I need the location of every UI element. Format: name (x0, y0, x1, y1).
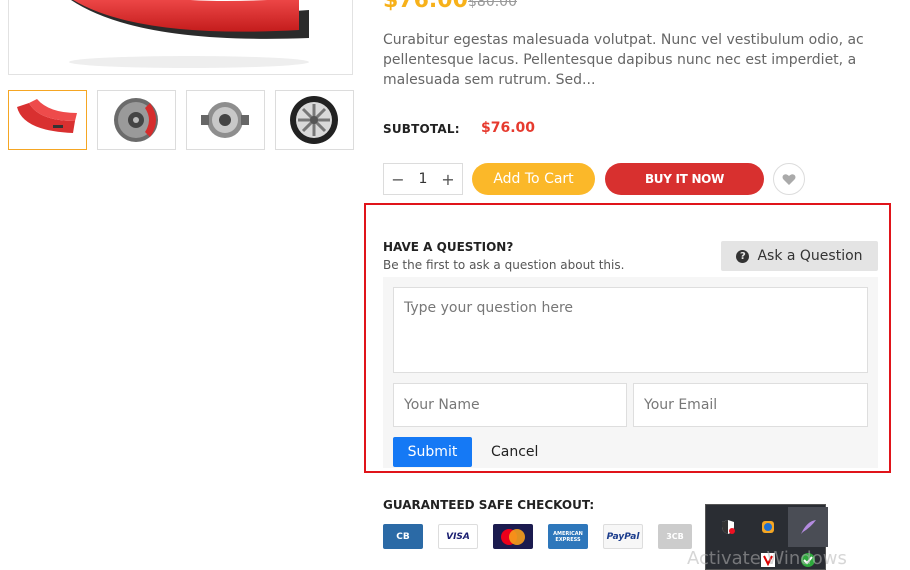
amex-card-icon: AMERICAN EXPRESS (548, 524, 588, 549)
name-field[interactable] (393, 383, 627, 427)
alternator-thumb-icon (201, 102, 249, 138)
question-subtitle: Be the first to ask a question about thi… (383, 258, 625, 272)
thumbnail-alternator[interactable] (186, 90, 265, 150)
cancel-button[interactable]: Cancel (491, 444, 538, 460)
3fois-cb-icon: 3CB (658, 524, 692, 549)
increment-button[interactable]: + (440, 170, 456, 189)
feather-icon[interactable] (788, 507, 828, 547)
price-current: $76.00 (383, 0, 468, 13)
question-title: HAVE A QUESTION? (383, 240, 514, 254)
alloy-wheel-thumb-icon (290, 96, 338, 144)
question-circle-icon: ? (736, 249, 750, 263)
thumbnail-brake-disc[interactable] (97, 90, 176, 150)
submit-button[interactable]: Submit (393, 437, 472, 467)
email-field[interactable] (633, 383, 868, 427)
quantity-value[interactable]: 1 (419, 171, 428, 187)
ask-question-label: Ask a Question (757, 248, 863, 264)
product-main-image[interactable] (8, 0, 353, 75)
thumbnail-bumper[interactable] (8, 90, 87, 150)
question-textarea[interactable] (393, 287, 868, 373)
app-tray-icon[interactable] (748, 507, 788, 547)
heart-icon (782, 173, 796, 185)
thumbnail-alloy-wheel[interactable] (275, 90, 354, 150)
wishlist-button[interactable] (773, 163, 805, 195)
subtotal-value: $76.00 (481, 120, 536, 136)
security-shield-icon[interactable] (708, 507, 748, 547)
mastercard-circles-icon (501, 528, 525, 545)
bumper-image (69, 0, 309, 68)
quantity-stepper: − 1 + (383, 163, 463, 195)
ask-question-button[interactable]: ? Ask a Question (721, 241, 878, 271)
activate-windows-watermark: Activate Windows (687, 548, 847, 569)
bumper-thumb-icon (17, 99, 77, 133)
product-description: Curabitur egestas malesuada volutpat. Nu… (383, 32, 864, 88)
add-to-cart-button[interactable]: Add To Cart (472, 163, 595, 195)
visa-card-icon: VISA (438, 524, 478, 549)
decrement-button[interactable]: − (390, 170, 406, 189)
paypal-icon: PayPal (603, 524, 643, 549)
brake-disc-thumb-icon (114, 98, 158, 142)
cb-card-icon: CB (383, 524, 423, 549)
checkout-label: GUARANTEED SAFE CHECKOUT: (383, 498, 595, 512)
buy-now-button[interactable]: BUY IT NOW (605, 163, 764, 195)
mastercard-icon (493, 524, 533, 549)
subtotal-label: SUBTOTAL: (383, 122, 460, 136)
price-old: $80.00 (468, 0, 517, 10)
